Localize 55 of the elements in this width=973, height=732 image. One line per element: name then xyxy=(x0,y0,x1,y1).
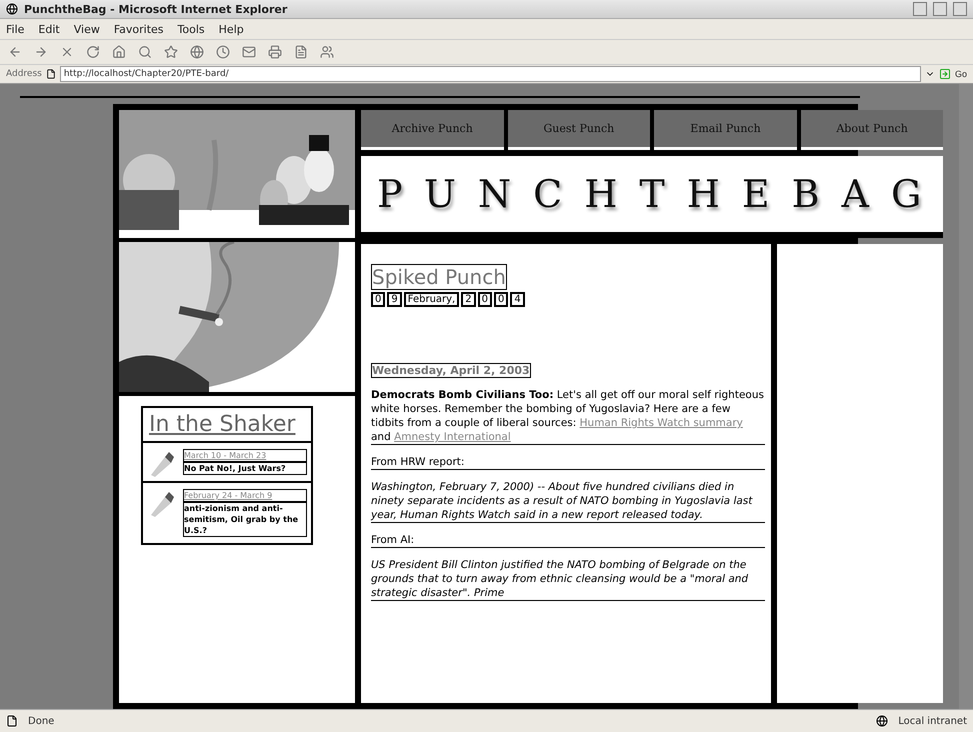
section-title: Spiked Punch xyxy=(371,264,507,290)
date-text: 0 xyxy=(478,292,492,307)
search-icon[interactable] xyxy=(138,45,152,59)
date-link[interactable]: March 10 - March 23 xyxy=(183,449,307,462)
mail-icon[interactable] xyxy=(242,45,256,59)
home-icon[interactable] xyxy=(112,45,126,59)
post-paragraph: Democrats Bomb Civilians Too: Let's all get off our moral self righteous white horses. Remember the bombing of Yugoslavia? Here are a few tidbits from a couple of liberal sources: Human Rights Watch summary and Amnesty International xyxy=(371,388,765,445)
page-icon xyxy=(6,715,18,727)
status-text: Done xyxy=(28,716,56,726)
menu-item[interactable]: View xyxy=(74,22,100,36)
address-field[interactable]: http://localhost/Chapter20/PTE-bard/ xyxy=(60,66,921,82)
globe-icon[interactable] xyxy=(190,45,204,59)
menu-item[interactable]: File xyxy=(6,22,24,36)
post-date: Wednesday, April 2, 2003 xyxy=(371,363,531,378)
edit-icon[interactable] xyxy=(294,45,308,59)
minimize-button[interactable] xyxy=(913,2,927,16)
menu-item[interactable]: Tools xyxy=(178,22,205,36)
date-text: 4 xyxy=(510,292,525,307)
menu-item[interactable]: Help xyxy=(218,22,244,36)
quote-source: From AI: xyxy=(371,533,765,548)
article-link[interactable]: anti-zionism and anti-semitism, Oil grab by the U.S.? xyxy=(183,502,307,537)
report-link[interactable]: Amnesty International xyxy=(394,431,511,443)
logo-text: PUNCHTHEBAG xyxy=(377,172,944,216)
zone-icon xyxy=(876,715,888,727)
menu-item[interactable]: Favorites xyxy=(114,22,164,36)
zone-text: Local intranet xyxy=(898,716,967,726)
maximize-button[interactable] xyxy=(933,2,947,16)
history-icon[interactable] xyxy=(216,45,230,59)
article-link[interactable]: No Pat No!, Just Wars? xyxy=(183,462,307,475)
date-text: 9 xyxy=(387,292,402,307)
scrollbar[interactable] xyxy=(959,84,973,709)
go-button[interactable]: Go xyxy=(954,69,967,79)
stop-icon[interactable] xyxy=(60,45,74,59)
date-link[interactable]: February 24 - March 9 xyxy=(183,489,307,502)
quote-source: From HRW report: xyxy=(371,455,765,470)
address-label: Address xyxy=(6,69,42,79)
sidebar-title: In the Shaker xyxy=(143,408,311,443)
date-text: 2 xyxy=(461,292,476,307)
date-text: 0 xyxy=(494,292,508,307)
browser-icon xyxy=(6,3,18,15)
menu-item[interactable]: Edit xyxy=(38,22,60,36)
date-text: 0 xyxy=(371,292,386,307)
summary-link[interactable]: Human Rights Watch summary xyxy=(580,417,743,429)
quote-text: US President Bill Clinton justified the NATO bombing of Belgrade on the grounds that to turn away from ethnic cleansing would be a "moral and strategic disaster". Prime xyxy=(371,558,765,601)
users-icon[interactable] xyxy=(320,45,334,59)
refresh-icon[interactable] xyxy=(86,45,100,59)
date-text: February, xyxy=(404,292,460,307)
back-icon[interactable] xyxy=(8,45,22,59)
star-icon[interactable] xyxy=(164,45,178,59)
print-icon[interactable] xyxy=(268,45,282,59)
window-title: PunchtheBag - Microsoft Internet Explorer xyxy=(24,2,288,16)
close-button[interactable] xyxy=(953,2,967,16)
page-icon xyxy=(46,69,56,79)
quote-text: Washington, February 7, 2000) -- About five hundred civilians died in ninety separate incidents as a result of NATO bombing in Yugoslavia last year, Human Rights Watch said in a new report released today. xyxy=(371,480,765,523)
forward-icon[interactable] xyxy=(34,45,48,59)
